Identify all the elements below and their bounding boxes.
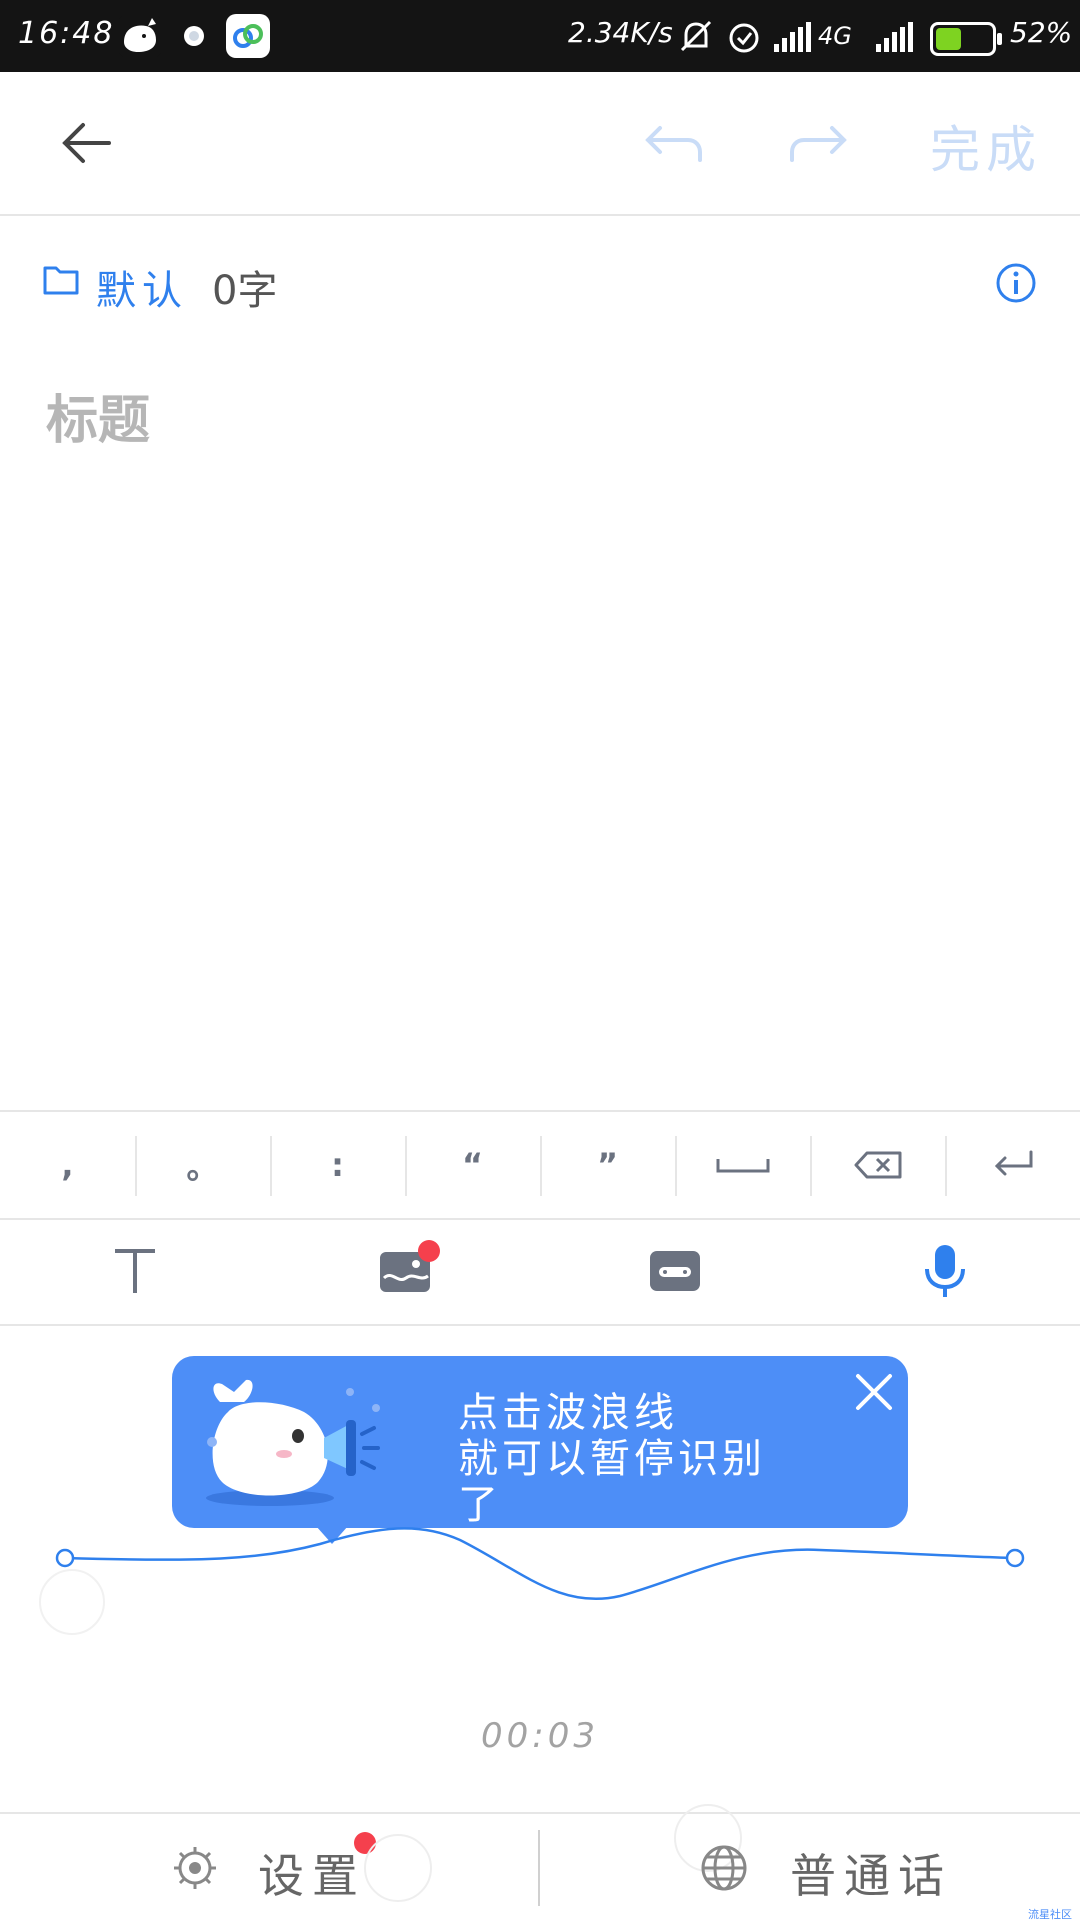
text-format-button[interactable]	[0, 1218, 270, 1324]
language-button[interactable]	[700, 1844, 748, 1896]
gear-icon	[174, 1847, 216, 1889]
comma-key[interactable]: ,	[0, 1112, 135, 1218]
tool-bar	[0, 1218, 1080, 1326]
bottom-divider	[538, 1830, 540, 1906]
battery-percent: 52%	[1010, 16, 1073, 49]
back-button[interactable]	[50, 108, 120, 178]
folder-name[interactable]: 默认	[96, 258, 188, 316]
net-speed: 2.34K/s	[568, 16, 673, 49]
punctuation-bar: , 。 : “ ”	[0, 1110, 1080, 1220]
keyboard-icon	[650, 1251, 700, 1291]
voice-waveform[interactable]	[0, 1500, 1080, 1640]
status-bar: 16:48 2.34K/s 4G 52%	[0, 0, 1080, 72]
battery-icon	[930, 22, 1002, 56]
redo-icon	[790, 126, 847, 162]
recording-timer: 00:03	[481, 1716, 599, 1756]
text-format-icon	[115, 1249, 155, 1293]
undo-icon	[645, 126, 702, 162]
status-time: 16:48	[18, 16, 115, 51]
signal-icon	[774, 22, 814, 56]
editor-toolbar	[0, 72, 1080, 216]
mute-bell-icon	[676, 18, 716, 60]
globe-icon	[701, 1845, 747, 1891]
redo-button[interactable]	[780, 112, 856, 176]
backspace-key[interactable]	[810, 1112, 945, 1218]
voice-tip-line-2: 就可以暂停识别	[458, 1436, 766, 1482]
microphone-icon	[925, 1245, 965, 1297]
image-badge	[418, 1240, 440, 1262]
done-button[interactable]: 完成	[930, 110, 1042, 182]
chat-app-icon	[172, 14, 216, 58]
waveform-end-handle[interactable]	[1005, 1548, 1025, 1568]
close-icon	[856, 1374, 892, 1410]
open-quote-key[interactable]: “	[405, 1112, 540, 1218]
enter-icon	[994, 1150, 1032, 1176]
colon-key[interactable]: :	[270, 1112, 405, 1218]
whale-app-icon	[118, 14, 162, 58]
space-icon	[716, 1159, 769, 1173]
close-quote-key[interactable]: ”	[540, 1112, 675, 1218]
ripple-decoration	[39, 1569, 105, 1635]
settings-button[interactable]	[172, 1845, 218, 1895]
alarm-icon	[724, 16, 764, 60]
arrow-left-icon	[62, 123, 111, 163]
enter-key[interactable]	[945, 1112, 1080, 1218]
whale-mascot-icon	[200, 1372, 400, 1516]
info-icon[interactable]	[995, 262, 1037, 308]
ripple-decoration	[364, 1834, 432, 1902]
undo-button[interactable]	[636, 112, 712, 176]
voice-tip-line-1: 点击波浪线	[458, 1390, 678, 1436]
folder-icon[interactable]	[42, 262, 80, 300]
space-key[interactable]	[675, 1112, 810, 1218]
baidu-cloud-icon	[226, 14, 270, 58]
waveform-start-handle[interactable]	[55, 1548, 75, 1568]
period-key[interactable]: 。	[135, 1112, 270, 1218]
backspace-icon	[854, 1151, 901, 1179]
settings-label[interactable]: 设置	[258, 1840, 366, 1906]
signal-icon-2	[876, 22, 916, 56]
title-input[interactable]: 标题	[46, 378, 150, 453]
language-label[interactable]: 普通话	[790, 1840, 952, 1906]
voice-button[interactable]	[810, 1218, 1080, 1324]
keyboard-button[interactable]	[540, 1218, 810, 1324]
close-button[interactable]	[852, 1370, 896, 1418]
network-type: 4G	[818, 22, 852, 50]
word-count: 0字	[212, 268, 278, 314]
insert-image-button[interactable]	[270, 1218, 540, 1324]
